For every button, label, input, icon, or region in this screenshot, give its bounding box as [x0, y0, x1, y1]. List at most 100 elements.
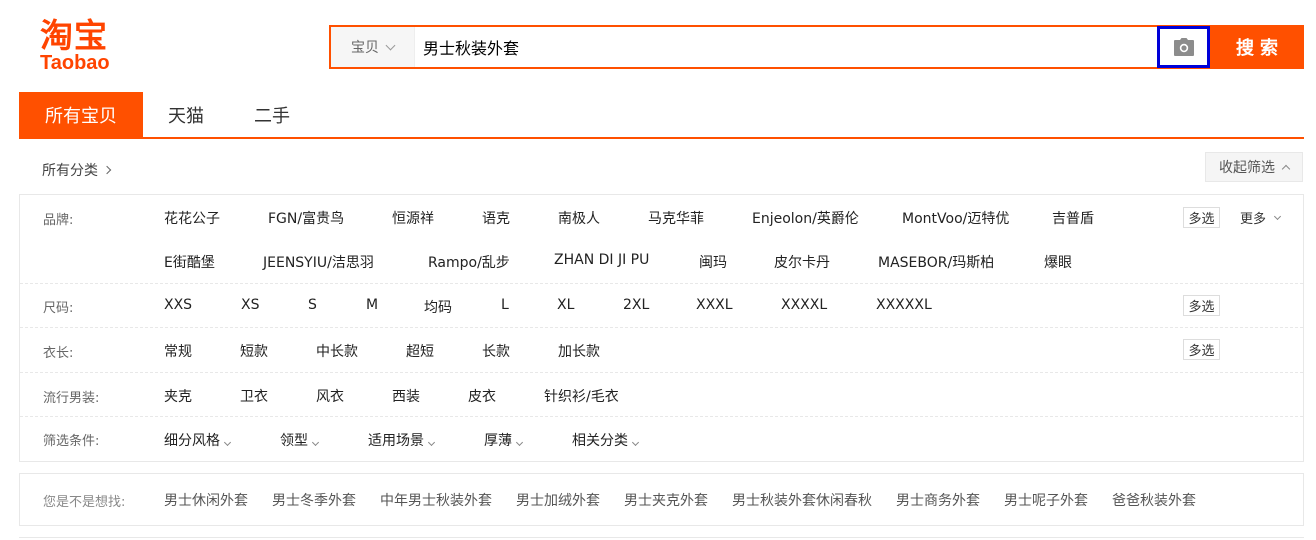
filter-label-conditions: 筛选条件:	[43, 434, 100, 449]
length-option[interactable]: 常规	[164, 341, 192, 361]
condition-dropdown[interactable]: 领型	[280, 430, 320, 450]
chevron-up-icon	[1281, 164, 1291, 174]
related-search-link[interactable]: 男士休闲外套	[164, 490, 248, 510]
condition-dropdown[interactable]: 细分风格	[164, 430, 232, 450]
breadcrumb[interactable]: 所有分类	[42, 160, 112, 180]
related-searches-label: 您是不是想找:	[43, 495, 126, 510]
brand-option[interactable]: E街酷堡	[164, 252, 215, 272]
taobao-logo[interactable]: 淘宝 Taobao	[40, 16, 130, 75]
breadcrumb-all-categories: 所有分类	[42, 163, 98, 179]
collapse-filters-label: 收起筛选	[1219, 160, 1275, 176]
divider	[19, 537, 1304, 538]
length-option[interactable]: 长款	[482, 341, 510, 361]
related-search-link[interactable]: 爸爸秋装外套	[1112, 490, 1196, 510]
brand-option[interactable]: FGN/富贵鸟	[268, 208, 344, 228]
brand-option[interactable]: 花花公子	[164, 208, 220, 228]
brand-option[interactable]: 南极人	[558, 208, 600, 228]
condition-dropdown[interactable]: 适用场景	[368, 430, 436, 450]
brand-multiselect-button[interactable]: 多选	[1183, 207, 1220, 228]
chevron-down-icon	[427, 438, 436, 447]
search-scope-dropdown[interactable]: 宝贝	[331, 27, 415, 67]
logo-english: Taobao	[40, 52, 110, 74]
filter-row-mens-fashion: 流行男装: 夹克 卫衣 风衣 西装 皮衣 针织衫/毛衣	[20, 373, 1303, 417]
brand-option[interactable]: Rampo/乱步	[428, 252, 510, 272]
size-option[interactable]: S	[308, 297, 317, 313]
size-option[interactable]: L	[501, 297, 509, 313]
brand-option[interactable]: 爆眼	[1044, 252, 1072, 272]
length-option[interactable]: 短款	[240, 341, 268, 361]
size-multiselect-button[interactable]: 多选	[1183, 295, 1220, 316]
tab-tmall[interactable]: 天猫	[143, 92, 229, 137]
related-search-link[interactable]: 男士冬季外套	[272, 490, 356, 510]
related-search-link[interactable]: 男士呢子外套	[1004, 490, 1088, 510]
chevron-down-icon	[311, 438, 320, 447]
style-option[interactable]: 西装	[392, 386, 420, 406]
search-input[interactable]	[415, 27, 1157, 67]
size-option[interactable]: 2XL	[623, 297, 649, 313]
brand-option[interactable]: 马克华菲	[648, 208, 704, 228]
chevron-right-icon	[102, 165, 112, 175]
length-option[interactable]: 中长款	[316, 341, 358, 361]
brand-option[interactable]: MontVoo/迈特优	[902, 208, 1009, 228]
tab-all-items[interactable]: 所有宝贝	[19, 92, 143, 137]
related-search-link[interactable]: 男士商务外套	[896, 490, 980, 510]
chevron-down-icon	[515, 438, 524, 447]
filter-panel: 品牌: 花花公子 FGN/富贵鸟 恒源祥 语克 南极人 马克华菲 Enjeolo…	[19, 194, 1304, 462]
filter-label-mens-fashion: 流行男装:	[43, 391, 100, 406]
style-option[interactable]: 风衣	[316, 386, 344, 406]
chevron-down-icon	[385, 40, 396, 50]
search-bar: 宝贝 搜索	[329, 25, 1304, 69]
size-option[interactable]: XXXXL	[781, 297, 827, 313]
tab-second-hand[interactable]: 二手	[229, 92, 315, 137]
filter-row-length: 衣长: 常规 短款 中长款 超短 长款 加长款 多选	[20, 328, 1303, 373]
related-search-link[interactable]: 男士秋装外套休闲春秋	[732, 490, 872, 510]
brand-option[interactable]: 语克	[482, 208, 510, 228]
filter-row-conditions: 筛选条件: 细分风格 领型 适用场景 厚薄 相关分类	[20, 417, 1303, 461]
condition-dropdown-label: 适用场景	[368, 433, 424, 449]
related-searches: 您是不是想找: 男士休闲外套 男士冬季外套 中年男士秋装外套 男士加绒外套 男士…	[19, 473, 1304, 526]
size-option[interactable]: XL	[557, 297, 574, 313]
length-option[interactable]: 超短	[406, 341, 434, 361]
size-option[interactable]: XXXXXL	[876, 297, 932, 313]
search-scope-label: 宝贝	[351, 40, 379, 56]
chevron-down-icon	[1273, 212, 1282, 220]
brand-option[interactable]: JEENSYIU/洁思羽	[263, 252, 374, 272]
brand-more-button[interactable]: 更多	[1240, 208, 1282, 227]
condition-dropdown[interactable]: 相关分类	[572, 430, 640, 450]
brand-option[interactable]: Enjeolon/英爵伦	[752, 208, 859, 228]
brand-option[interactable]: 恒源祥	[392, 208, 434, 228]
condition-dropdown-label: 相关分类	[572, 433, 628, 449]
search-tabs: 所有宝贝 天猫 二手	[19, 92, 1304, 139]
camera-icon	[1173, 38, 1194, 56]
length-multiselect-button[interactable]: 多选	[1183, 339, 1220, 360]
condition-dropdown[interactable]: 厚薄	[484, 430, 524, 450]
style-option[interactable]: 皮衣	[468, 386, 496, 406]
brand-option[interactable]: ZHAN DI JI PU	[554, 252, 649, 268]
related-search-link[interactable]: 男士夹克外套	[624, 490, 708, 510]
size-option[interactable]: XXXL	[696, 297, 733, 313]
condition-dropdown-label: 厚薄	[484, 433, 512, 449]
filter-label-length: 衣长:	[43, 346, 74, 361]
related-search-link[interactable]: 中年男士秋装外套	[380, 490, 492, 510]
brand-option[interactable]: 闽玛	[699, 252, 727, 272]
chevron-down-icon	[223, 438, 232, 447]
image-search-button[interactable]	[1157, 26, 1210, 68]
size-option[interactable]: M	[366, 297, 378, 313]
condition-dropdown-label: 领型	[280, 433, 308, 449]
style-option[interactable]: 针织衫/毛衣	[544, 386, 619, 406]
search-button[interactable]: 搜索	[1210, 26, 1304, 68]
style-option[interactable]: 夹克	[164, 386, 192, 406]
filter-label-size: 尺码:	[43, 301, 74, 316]
length-option[interactable]: 加长款	[558, 341, 600, 361]
size-option[interactable]: XS	[241, 297, 259, 313]
brand-option[interactable]: 吉普盾	[1052, 208, 1094, 228]
brand-option[interactable]: MASEBOR/玛斯柏	[878, 252, 994, 272]
brand-option[interactable]: 皮尔卡丹	[774, 252, 830, 272]
collapse-filters-button[interactable]: 收起筛选	[1205, 152, 1303, 182]
filter-label-brand: 品牌:	[43, 213, 74, 228]
style-option[interactable]: 卫衣	[240, 386, 268, 406]
related-search-link[interactable]: 男士加绒外套	[516, 490, 600, 510]
size-option[interactable]: 均码	[424, 297, 452, 317]
logo-chinese: 淘宝	[40, 16, 108, 55]
size-option[interactable]: XXS	[164, 297, 192, 313]
